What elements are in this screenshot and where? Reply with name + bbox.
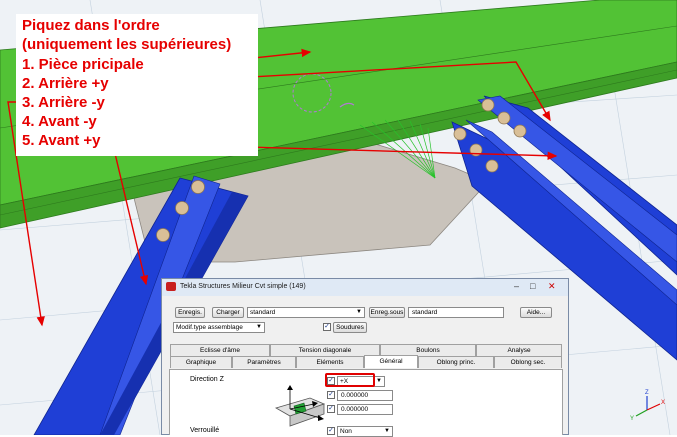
close-icon[interactable]: ✕ — [548, 282, 556, 291]
offset-2-field[interactable]: 0.000000 — [337, 404, 393, 415]
tab-eclisse-ame[interactable]: Eclisse d'âme — [170, 344, 270, 356]
dialog-titlebar[interactable]: Tekla Structures Milieur Cvt simple (149… — [162, 279, 568, 296]
locked-label: Verrouillé — [190, 427, 220, 434]
axis-label-x: X — [661, 400, 665, 406]
chevron-down-icon: ▼ — [376, 378, 382, 384]
locked-select[interactable]: Non ▼ — [337, 426, 393, 437]
axis-label-z: Z — [645, 390, 649, 396]
chevron-down-icon: ▼ — [256, 324, 262, 330]
note-line-step-5: 5. Avant +y — [22, 132, 101, 149]
tab-parametres[interactable]: Paramètres — [232, 356, 296, 368]
save-as-name-field[interactable]: standard — [408, 307, 504, 318]
locked-checkbox[interactable]: ✓ — [327, 427, 335, 435]
tab-elements[interactable]: Eléments — [296, 356, 364, 368]
instruction-note: Piquez dans l'ordre (uniquement les supé… — [16, 14, 258, 156]
note-line-step-2: 2. Arrière +y — [22, 75, 109, 92]
tab-oblong-princ[interactable]: Oblong princ. — [418, 356, 494, 368]
axis-label-y: Y — [630, 416, 634, 422]
locked-value: Non — [340, 428, 352, 435]
tab-graphique[interactable]: Graphique — [170, 356, 232, 368]
dialog-title: Tekla Structures Milieur Cvt simple (149… — [180, 283, 306, 290]
note-line-step-4: 4. Avant -y — [22, 113, 97, 130]
maximize-icon[interactable]: □ — [530, 282, 535, 291]
beam-direction-diagram — [274, 385, 326, 427]
welds-button[interactable]: Soudures — [333, 322, 367, 333]
load-button[interactable]: Charger — [212, 307, 244, 318]
minimize-icon[interactable]: – — [514, 282, 519, 291]
direction-z-label: Direction Z — [190, 376, 224, 383]
offset-1-field[interactable]: 0.000000 — [337, 390, 393, 401]
chevron-down-icon: ▼ — [356, 309, 362, 315]
assembly-mode-select[interactable]: Modif.type assemblage ▼ — [173, 322, 265, 333]
tab-oblong-sec[interactable]: Oblong sec. — [494, 356, 562, 368]
preset-select[interactable]: standard ▼ — [247, 307, 365, 318]
tekla-logo-icon — [166, 282, 176, 291]
note-line-heading: Piquez dans l'ordre — [22, 17, 160, 34]
note-line-subheading: (uniquement les supérieures) — [22, 36, 232, 53]
save-as-button[interactable]: Enreg.sous — [369, 307, 405, 318]
assembly-mode-value: Modif.type assemblage — [176, 324, 243, 331]
preset-select-value: standard — [250, 309, 276, 316]
tab-analyse[interactable]: Analyse — [476, 344, 562, 356]
help-button[interactable]: Aide... — [520, 307, 552, 318]
general-tab-panel: Direction Z ✓ +X ▼ ✓ 0.000000 ✓ 0.000000… — [169, 369, 563, 437]
welds-checkbox[interactable]: ✓ — [323, 323, 331, 331]
save-button[interactable]: Enregis. — [175, 307, 205, 318]
direction-z-highlight — [325, 373, 375, 387]
tab-general[interactable]: Général — [364, 355, 418, 368]
note-line-step-1: 1. Pièce pricipale — [22, 56, 144, 73]
connection-dialog: Tekla Structures Milieur Cvt simple (149… — [161, 278, 569, 437]
note-line-step-3: 3. Arrière -y — [22, 94, 105, 111]
